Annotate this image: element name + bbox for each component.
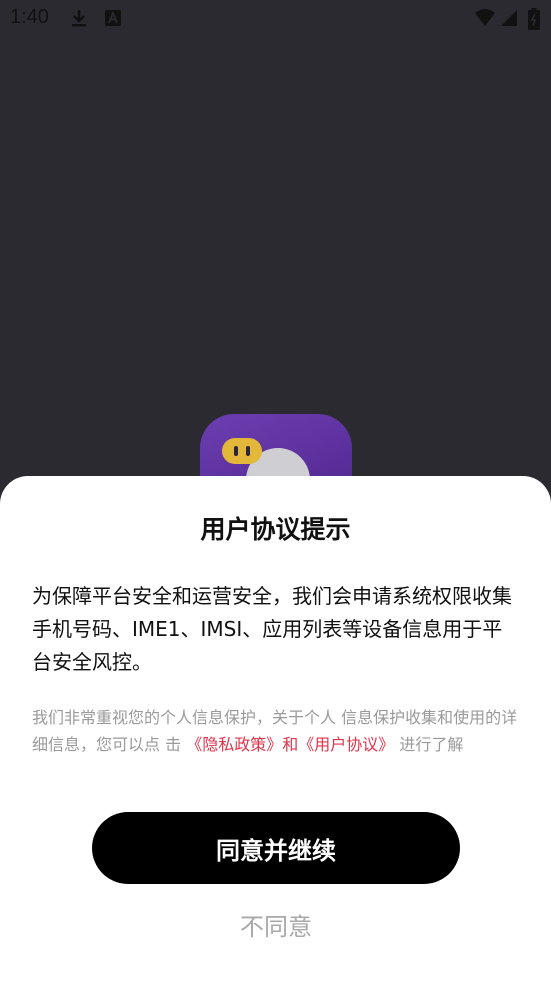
chat-bubble-icon bbox=[222, 438, 262, 464]
user-agreement-link[interactable]: 《用户协议》 bbox=[298, 735, 394, 754]
a-icon bbox=[104, 8, 122, 32]
download-icon bbox=[70, 8, 88, 32]
user-agreement-sheet: 用户协议提示 为保障平台安全和运营安全，我们会申请系统权限收集手机号码、IME1… bbox=[0, 476, 551, 983]
privacy-note-suffix: 进行了解 bbox=[399, 735, 464, 754]
battery-icon bbox=[528, 8, 540, 34]
privacy-note: 我们非常重视您的个人信息保护，关于个人 信息保护收集和使用的详细信息，您可以点 … bbox=[32, 704, 522, 758]
privacy-policy-link[interactable]: 《隐私政策》 bbox=[186, 735, 282, 754]
dialog-body: 为保障平台安全和运营安全，我们会申请系统权限收集手机号码、IME1、IMSI、应… bbox=[32, 584, 512, 674]
wifi-icon bbox=[474, 8, 496, 32]
dialog-title: 用户协议提示 bbox=[200, 515, 351, 544]
screen: 1:40 用户协议提示 为保障平台安全和运营安全，我们会申请系统权限收集手机号码… bbox=[0, 0, 551, 983]
status-time: 1:40 bbox=[10, 6, 49, 28]
agree-continue-button[interactable]: 同意并继续 bbox=[92, 812, 460, 884]
signal-icon bbox=[500, 8, 518, 32]
status-bar: 1:40 bbox=[0, 0, 551, 36]
disagree-button[interactable]: 不同意 bbox=[176, 904, 376, 944]
and-text: 和 bbox=[282, 735, 299, 754]
